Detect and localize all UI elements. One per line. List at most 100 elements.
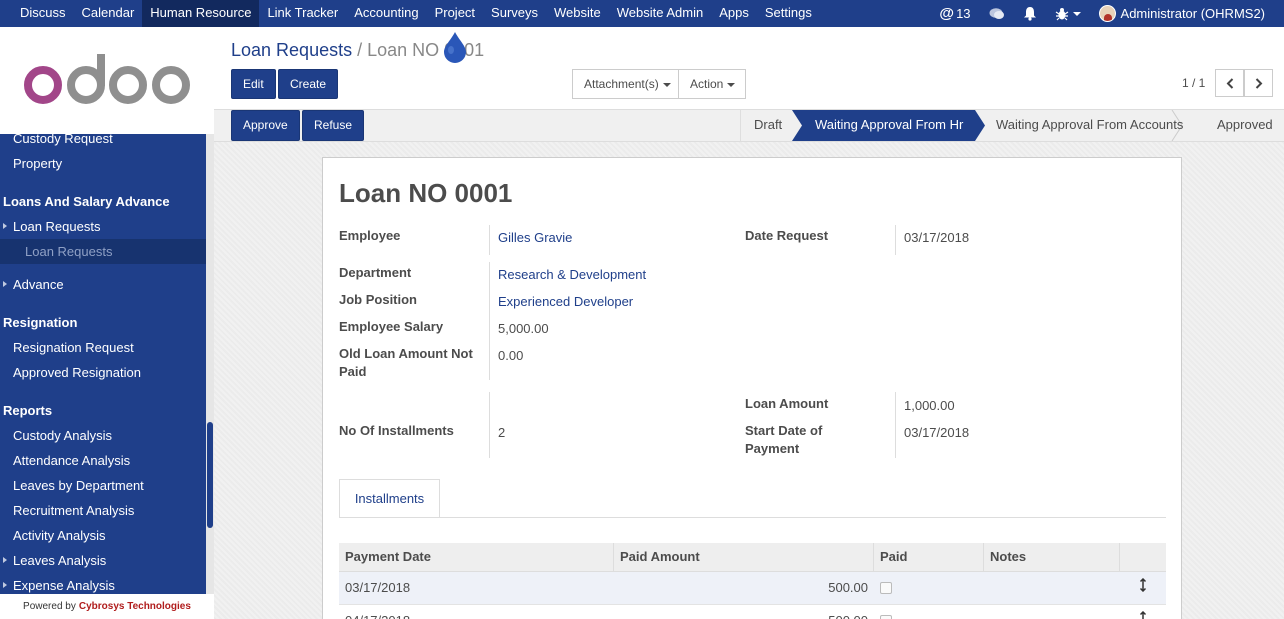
- sidebar-item-leaves-analysis[interactable]: Leaves Analysis: [0, 548, 206, 573]
- start-date-field[interactable]: 03/17/2018: [904, 424, 969, 442]
- menu-accounting[interactable]: Accounting: [346, 0, 426, 27]
- employee-field[interactable]: Gilles Gravie: [498, 229, 572, 247]
- chevron-down-icon: [1072, 11, 1081, 16]
- avatar: [1098, 5, 1116, 22]
- powered-by: Powered by Cybrosys Technologies: [0, 594, 214, 619]
- bug-icon: [1055, 7, 1068, 20]
- chevron-down-icon: [727, 82, 736, 87]
- paid-checkbox[interactable]: [880, 614, 892, 619]
- column-notes[interactable]: Notes: [984, 543, 1120, 571]
- menu-project[interactable]: Project: [427, 0, 483, 27]
- paid-amount-cell[interactable]: 500.00: [614, 605, 874, 619]
- payment-date-cell[interactable]: 04/17/2018: [339, 605, 614, 619]
- breadcrumb-parent[interactable]: Loan Requests: [231, 40, 352, 60]
- sidebar-item-recruitment-analysis[interactable]: Recruitment Analysis: [0, 498, 206, 523]
- row-handle[interactable]: [1120, 605, 1166, 619]
- form-sheet: Loan NO 0001 Employee Gilles Gravie Date…: [322, 157, 1182, 619]
- sidebar-item-leaves-by-department[interactable]: Leaves by Department: [0, 473, 206, 498]
- paid-cell: [874, 572, 984, 604]
- control-panel: Loan Requests / Loan NO 0001 Edit Create A…: [214, 27, 1284, 110]
- pager-next-button[interactable]: [1244, 69, 1273, 97]
- loan-amount-field[interactable]: 1,000.00: [904, 397, 955, 415]
- sidebar-item-loan-requests[interactable]: Loan Requests: [0, 214, 206, 239]
- sidebar-scrollbar[interactable]: [206, 134, 214, 594]
- menu-human-resource[interactable]: Human Resource: [142, 0, 260, 27]
- top-navbar: Discuss Calendar Human Resource Link Tra…: [0, 0, 1284, 27]
- row-handle[interactable]: [1120, 572, 1166, 604]
- table-row[interactable]: 03/17/2018 500.00: [339, 572, 1166, 605]
- pager-previous-button[interactable]: [1215, 69, 1244, 97]
- menu-settings[interactable]: Settings: [757, 0, 820, 27]
- menu-website-admin[interactable]: Website Admin: [609, 0, 711, 27]
- breadcrumb-separator: /: [357, 40, 363, 60]
- notifications-button[interactable]: [1014, 0, 1046, 27]
- menu-calendar[interactable]: Calendar: [74, 0, 143, 27]
- mentions-button[interactable]: @ 13: [930, 0, 979, 27]
- stage-waiting-approval-accounts[interactable]: Waiting Approval From Accounts: [996, 110, 1183, 141]
- old-loan-field[interactable]: 0.00: [498, 347, 523, 365]
- sidebar-item-custody-request[interactable]: Custody Request: [0, 134, 206, 151]
- attachments-label: Attachment(s): [584, 77, 659, 91]
- sidebar-item-expense-analysis[interactable]: Expense Analysis: [0, 573, 206, 594]
- attachments-dropdown[interactable]: Attachment(s): [572, 69, 679, 99]
- chat-button[interactable]: [980, 0, 1014, 27]
- employee-salary-label: Employee Salary: [339, 319, 444, 334]
- sidebar-section-reports: Reports: [3, 403, 53, 418]
- menu-surveys[interactable]: Surveys: [483, 0, 546, 27]
- create-button[interactable]: Create: [278, 69, 339, 99]
- mentions-count: 13: [956, 6, 971, 21]
- menu-website[interactable]: Website: [546, 0, 609, 27]
- sidebar-item-activity-analysis[interactable]: Activity Analysis: [0, 523, 206, 548]
- date-request-field[interactable]: 03/17/2018: [904, 229, 969, 247]
- department-field[interactable]: Research & Development: [498, 266, 646, 284]
- stage-waiting-approval-hr[interactable]: Waiting Approval From Hr: [815, 110, 963, 141]
- paid-checkbox[interactable]: [880, 581, 892, 594]
- sidebar-item-custody-analysis[interactable]: Custody Analysis: [0, 423, 206, 448]
- payment-date-cell[interactable]: 03/17/2018: [339, 572, 614, 604]
- tab-divider: [339, 517, 1166, 518]
- installments-count-field[interactable]: 2: [498, 424, 505, 442]
- sidebar-section-loans: Loans And Salary Advance: [3, 194, 170, 209]
- action-dropdown[interactable]: Action: [678, 69, 746, 99]
- sidebar-item-approved-resignation[interactable]: Approved Resignation: [0, 360, 206, 385]
- sidebar-item-advance[interactable]: Advance: [0, 272, 206, 297]
- odoo-logo[interactable]: [0, 27, 214, 134]
- notes-cell[interactable]: [984, 605, 1120, 619]
- stage-draft[interactable]: Draft: [754, 110, 782, 141]
- sidebar-item-attendance-analysis[interactable]: Attendance Analysis: [0, 448, 206, 473]
- drag-handle-icon: [1139, 610, 1147, 619]
- sidebar-item-resignation-request[interactable]: Resignation Request: [0, 335, 206, 360]
- paid-amount-cell[interactable]: 500.00: [614, 572, 874, 604]
- form-view: Loan NO 0001 Employee Gilles Gravie Date…: [214, 142, 1284, 619]
- user-menu[interactable]: Administrator (OHRMS2): [1090, 0, 1274, 27]
- approve-button[interactable]: Approve: [231, 110, 300, 141]
- column-paid[interactable]: Paid: [874, 543, 984, 571]
- pager-value: 1 / 1: [1182, 76, 1206, 90]
- field-divider: [895, 225, 896, 255]
- field-divider: [489, 262, 490, 380]
- refuse-button[interactable]: Refuse: [302, 110, 365, 141]
- page-title: Loan NO 0001: [339, 178, 513, 208]
- loan-amount-label: Loan Amount: [745, 396, 829, 411]
- scrollbar-thumb[interactable]: [207, 422, 213, 528]
- menu-apps[interactable]: Apps: [711, 0, 757, 27]
- tab-installments[interactable]: Installments: [339, 479, 440, 518]
- sidebar-subitem-loan-requests[interactable]: Loan Requests: [0, 239, 206, 264]
- job-position-field[interactable]: Experienced Developer: [498, 293, 633, 311]
- column-payment-date[interactable]: Payment Date: [339, 543, 614, 571]
- edit-button[interactable]: Edit: [231, 69, 276, 99]
- notes-cell[interactable]: [984, 572, 1120, 604]
- stage-approved[interactable]: Approved: [1217, 110, 1273, 141]
- installments-table: Payment Date Paid Amount Paid Notes 03/1…: [339, 543, 1166, 619]
- at-icon: @: [939, 5, 955, 22]
- menu-discuss[interactable]: Discuss: [12, 0, 74, 27]
- debug-button[interactable]: [1046, 0, 1090, 27]
- table-row[interactable]: 04/17/2018 500.00: [339, 605, 1166, 619]
- column-paid-amount[interactable]: Paid Amount: [614, 543, 874, 571]
- chevron-left-icon: [1226, 77, 1233, 89]
- user-name: Administrator (OHRMS2): [1120, 6, 1265, 21]
- powered-by-brand[interactable]: Cybrosys Technologies: [79, 601, 191, 612]
- menu-link-tracker[interactable]: Link Tracker: [259, 0, 346, 27]
- sidebar-item-property[interactable]: Property: [0, 151, 206, 176]
- employee-salary-field[interactable]: 5,000.00: [498, 320, 549, 338]
